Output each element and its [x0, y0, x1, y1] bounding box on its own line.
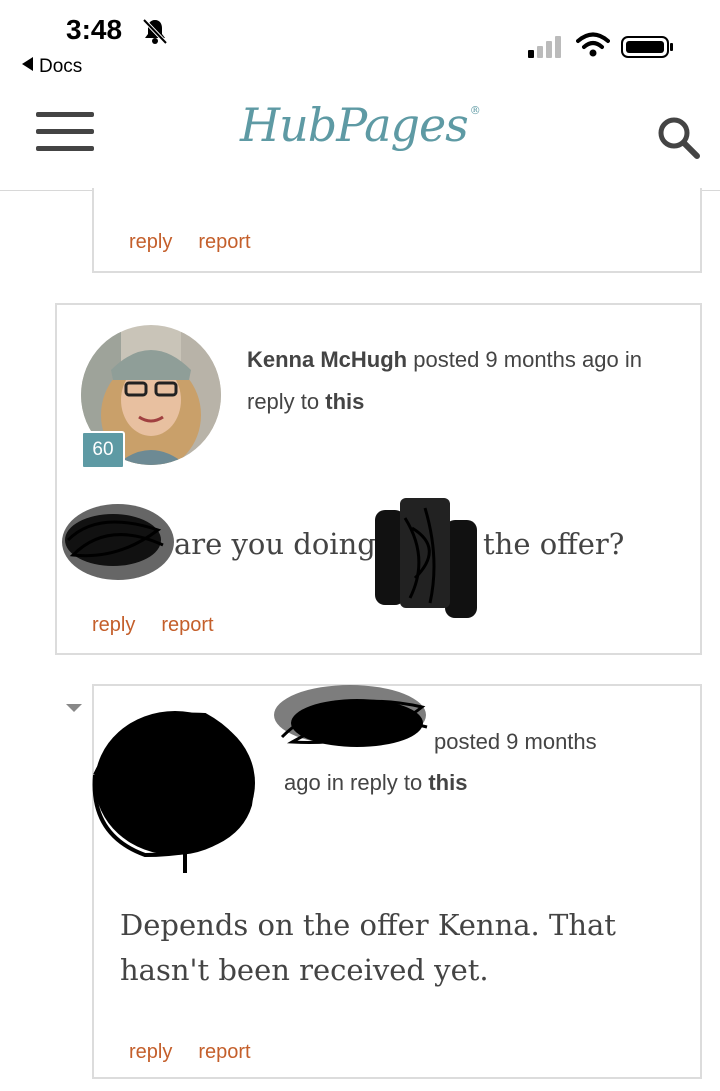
- reply-link[interactable]: reply: [92, 614, 135, 636]
- score-badge: 60: [81, 431, 125, 469]
- redaction-scribble: [62, 504, 174, 580]
- status-time: 3:48: [66, 14, 123, 45]
- this-link[interactable]: this: [325, 389, 364, 414]
- comment-actions: reply report: [129, 231, 277, 254]
- report-link[interactable]: report: [198, 231, 250, 253]
- comment-card: reply report: [92, 188, 702, 273]
- reply-link[interactable]: reply: [129, 231, 172, 253]
- redaction-scribble: [274, 685, 428, 747]
- hamburger-menu-icon[interactable]: [36, 112, 94, 154]
- site-header: HubPages ®: [0, 90, 720, 191]
- comment-actions: reply report: [92, 614, 240, 637]
- bell-muted-icon: [142, 18, 168, 45]
- report-link[interactable]: report: [161, 614, 213, 636]
- comment-actions: reply report: [129, 1041, 277, 1064]
- search-icon[interactable]: [655, 114, 701, 160]
- comment-meta: Kenna McHugh posted 9 months ago in repl…: [247, 339, 667, 423]
- report-link[interactable]: report: [198, 1041, 250, 1063]
- comment-text-part2: the offer?: [483, 527, 625, 561]
- hubpages-logo[interactable]: HubPages ®: [240, 98, 481, 152]
- wifi-icon: [576, 32, 610, 57]
- redaction-scribble: [375, 498, 477, 618]
- comment-text-part1: are you doing: [174, 527, 376, 561]
- battery-icon: [621, 36, 673, 58]
- reply-link[interactable]: reply: [129, 1041, 172, 1063]
- this-link[interactable]: this: [428, 770, 467, 795]
- comment-text: Depends on the offer Kenna. That hasn't …: [120, 908, 616, 987]
- collapse-arrow-icon[interactable]: [66, 704, 82, 712]
- redaction-scribble: [92, 711, 255, 873]
- status-bar: 3:48 Docs: [0, 0, 720, 90]
- cellular-signal-icon: [528, 36, 561, 58]
- back-arrow-icon: [22, 57, 33, 71]
- back-to-docs[interactable]: Docs: [22, 56, 82, 78]
- posted-text: posted 9 months: [434, 729, 597, 754]
- author-link[interactable]: Kenna McHugh: [247, 347, 407, 372]
- comment-meta: ago in reply to this: [284, 770, 468, 795]
